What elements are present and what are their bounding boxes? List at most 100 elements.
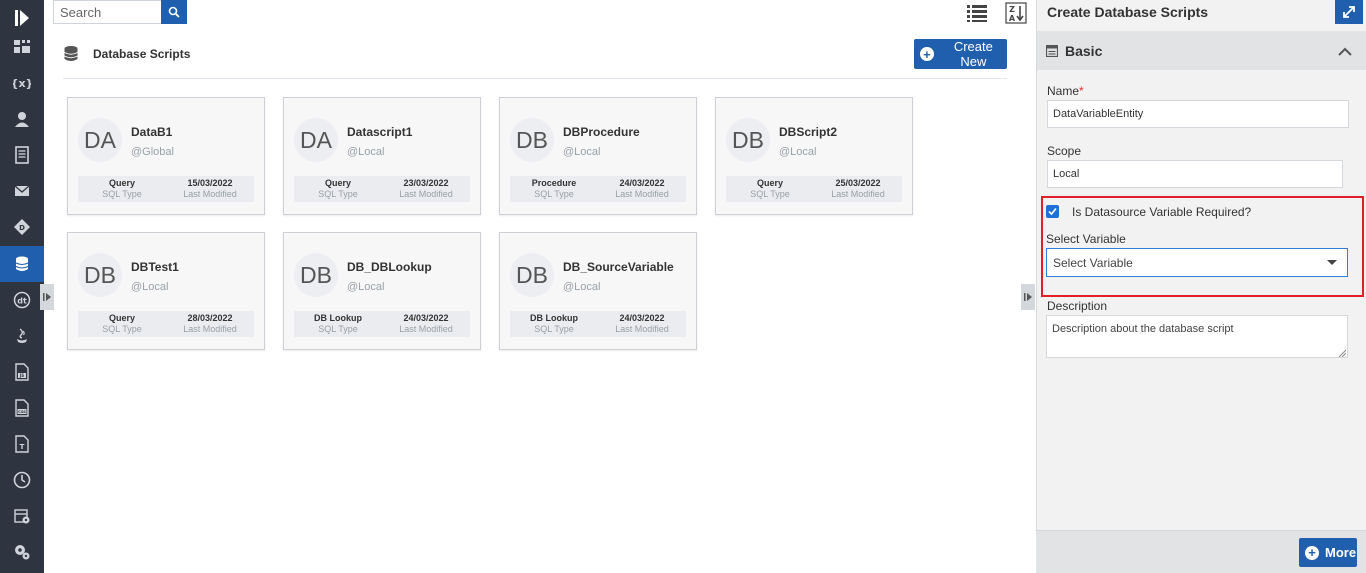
clock-icon[interactable] xyxy=(0,462,44,498)
card-date: 28/03/2022 xyxy=(187,313,233,323)
card-date-label: Last Modified xyxy=(831,189,885,199)
css-file-icon[interactable]: CSS xyxy=(0,390,44,426)
more-button[interactable]: + More xyxy=(1299,538,1357,567)
basic-section-label: Basic xyxy=(1065,43,1103,59)
card-date: 25/03/2022 xyxy=(835,178,881,188)
svg-text:D: D xyxy=(19,224,25,232)
datatype-icon[interactable]: dt xyxy=(0,282,44,318)
script-card[interactable]: DB DBTest1 @Local Query SQL Type 28/03/20… xyxy=(67,232,265,350)
card-avatar: DA xyxy=(78,118,122,162)
card-scope: @Local xyxy=(347,281,385,293)
script-card[interactable]: DB DBScript2 @Local Query SQL Type 25/03/… xyxy=(715,97,913,215)
card-sql-type: DB Lookup xyxy=(530,313,578,323)
search-bar xyxy=(53,0,187,24)
card-name: DBScript2 xyxy=(779,125,838,139)
description-label: Description xyxy=(1047,299,1108,313)
plus-circle-icon: + xyxy=(1305,545,1319,560)
settings-icon[interactable] xyxy=(0,534,44,570)
card-sql-type-label: SQL Type xyxy=(102,189,142,199)
card-meta: Query SQL Type 28/03/2022 Last Modified xyxy=(78,311,254,337)
header-divider xyxy=(63,78,1007,79)
chevron-up-icon[interactable] xyxy=(1338,44,1352,56)
scope-label: Scope xyxy=(1047,144,1082,158)
card-date: 23/03/2022 xyxy=(403,178,449,188)
card-avatar: DB xyxy=(510,253,554,297)
script-card[interactable]: DA DataB1 @Global Query SQL Type 15/03/20… xyxy=(67,97,265,215)
list-view-icon[interactable] xyxy=(965,3,989,23)
expand-icon xyxy=(1342,5,1356,19)
card-sql-type: Query xyxy=(108,313,135,323)
select-variable-value: Select Variable xyxy=(1053,256,1133,270)
decision-icon[interactable]: D xyxy=(0,209,44,245)
card-date-label: Last Modified xyxy=(399,324,453,334)
name-field[interactable] xyxy=(1047,100,1349,128)
card-scope: @Local xyxy=(563,146,601,158)
datasource-checkbox-label: Is Datasource Variable Required? xyxy=(1072,205,1252,219)
js-file-icon[interactable]: JS xyxy=(0,354,44,390)
search-input[interactable] xyxy=(53,0,161,24)
script-card[interactable]: DB DB_SourceVariable @Local DB Lookup SQL… xyxy=(499,232,697,350)
dashboard-icon[interactable] xyxy=(0,29,44,65)
script-card[interactable]: DA Datascript1 @Local Query SQL Type 23/0… xyxy=(283,97,481,215)
card-avatar: DB xyxy=(510,118,554,162)
search-button[interactable] xyxy=(161,0,187,24)
card-scope: @Local xyxy=(347,146,385,158)
card-scope: @Global xyxy=(131,146,174,158)
card-name: DBTest1 xyxy=(131,260,179,274)
page-title: Database Scripts xyxy=(93,47,191,61)
caret-right-icon xyxy=(1024,292,1032,302)
select-variable-dropdown[interactable]: Select Variable xyxy=(1046,248,1348,277)
card-sql-type: Query xyxy=(108,178,135,188)
card-meta: Procedure SQL Type 24/03/2022 Last Modifie… xyxy=(510,176,686,202)
required-mark: * xyxy=(1079,84,1084,98)
svg-text:CSS: CSS xyxy=(18,410,26,414)
create-new-button[interactable]: + Create New xyxy=(914,39,1007,69)
variable-icon[interactable]: {x} xyxy=(0,65,44,101)
expand-button[interactable] xyxy=(1335,0,1363,24)
svg-text:JS: JS xyxy=(19,373,24,378)
description-placeholder: Description about the database script xyxy=(1052,323,1234,335)
card-avatar: DB xyxy=(294,253,338,297)
user-icon[interactable] xyxy=(0,101,44,137)
card-date-label: Last Modified xyxy=(615,324,669,334)
left-nav-rail: {x} D dt JS CSS T xyxy=(0,0,44,573)
script-card[interactable]: DB DBProcedure @Local Procedure SQL Type … xyxy=(499,97,697,215)
database-icon[interactable] xyxy=(0,246,44,282)
card-sql-type-label: SQL Type xyxy=(102,324,142,334)
card-date: 24/03/2022 xyxy=(403,313,449,323)
datasource-checkbox[interactable] xyxy=(1046,205,1059,218)
card-avatar: DB xyxy=(726,118,770,162)
description-textarea[interactable]: Description about the database script xyxy=(1046,315,1348,358)
svg-text:{x}: {x} xyxy=(13,77,31,90)
checkmark-icon xyxy=(1048,207,1057,216)
card-date-label: Last Modified xyxy=(183,189,237,199)
card-name: DataB1 xyxy=(131,125,173,139)
resize-grip-icon[interactable] xyxy=(1338,348,1347,358)
text-file-icon[interactable]: T xyxy=(0,426,44,462)
document-icon[interactable] xyxy=(0,137,44,173)
card-name: DB_DBLookup xyxy=(347,260,432,274)
search-icon xyxy=(168,6,180,18)
java-icon[interactable] xyxy=(0,318,44,354)
card-sql-type: Procedure xyxy=(531,178,577,188)
right-collapse-handle[interactable] xyxy=(1021,284,1035,310)
database-icon xyxy=(63,45,79,63)
card-meta: DB Lookup SQL Type 24/03/2022 Last Modifie… xyxy=(294,311,470,337)
form-icon xyxy=(1045,44,1059,58)
caret-right-icon xyxy=(43,292,51,302)
calendar-settings-icon[interactable] xyxy=(0,498,44,534)
card-date: 24/03/2022 xyxy=(619,178,665,188)
select-variable-label: Select Variable xyxy=(1046,232,1126,246)
panel-title: Create Database Scripts xyxy=(1047,4,1209,20)
left-collapse-handle[interactable] xyxy=(40,284,54,310)
card-scope: @Local xyxy=(563,281,601,293)
basic-section-header[interactable]: Basic xyxy=(1037,31,1366,70)
card-name: DB_SourceVariable xyxy=(563,260,674,274)
sort-alpha-icon[interactable]: Z A xyxy=(1005,2,1027,24)
card-sql-type-label: SQL Type xyxy=(318,189,358,199)
card-meta: Query SQL Type 15/03/2022 Last Modified xyxy=(78,176,254,202)
mail-icon[interactable] xyxy=(0,173,44,209)
script-card[interactable]: DB DB_DBLookup @Local DB Lookup SQL Type … xyxy=(283,232,481,350)
svg-text:A: A xyxy=(1009,14,1016,23)
scope-field[interactable] xyxy=(1047,160,1343,188)
